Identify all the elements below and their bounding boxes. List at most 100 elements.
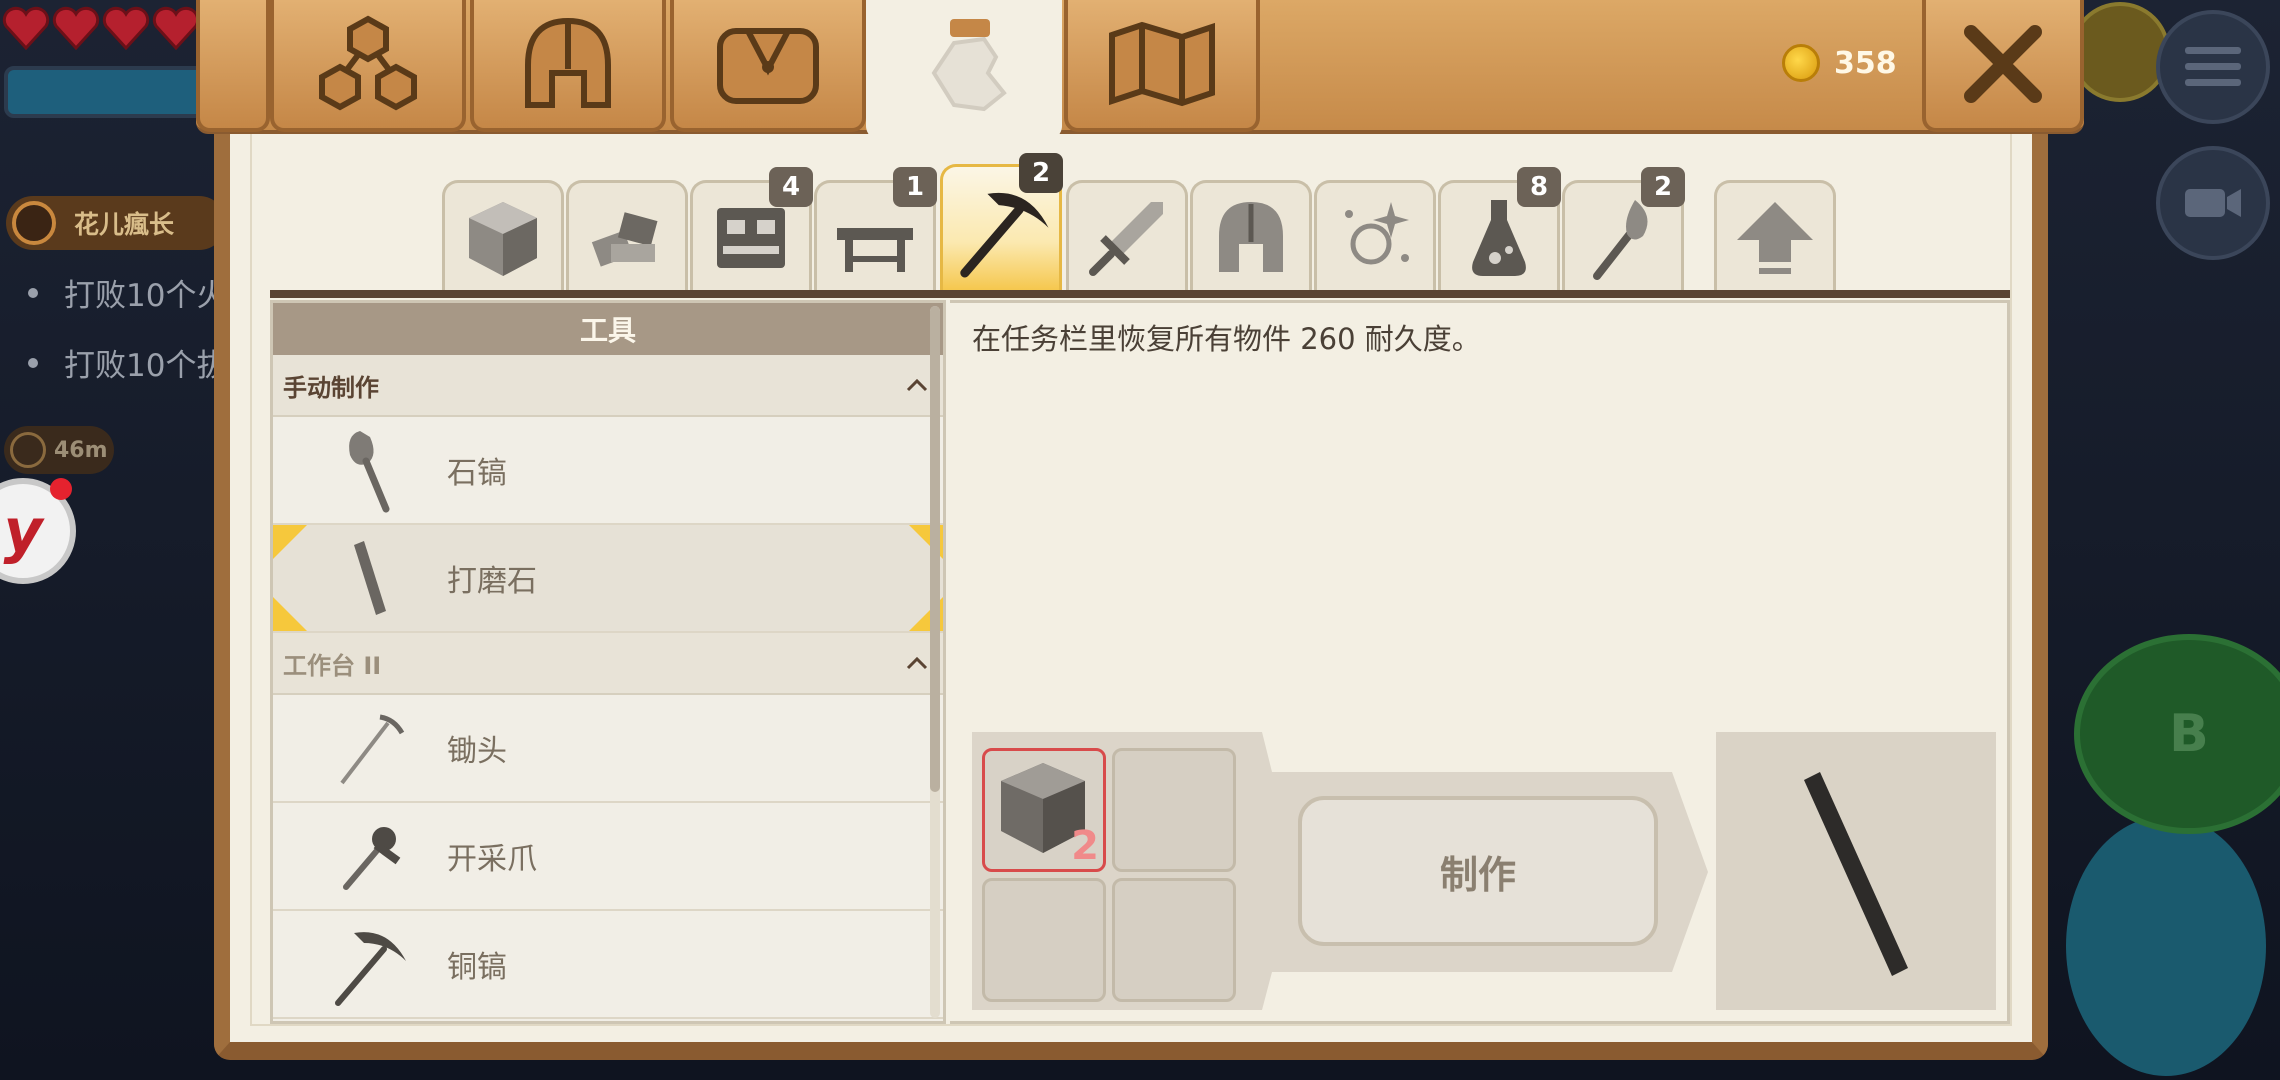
group-header-handcraft[interactable]: 手动制作 xyxy=(273,355,943,417)
game-screen: 花儿瘋长 打败10个火 打败10个拔 46m y B 358 4 1 2 8 2… xyxy=(0,0,2280,1080)
notification-dot xyxy=(50,478,72,500)
category-tab-tools[interactable]: 2 xyxy=(940,153,1063,292)
count-badge: 1 xyxy=(893,167,937,207)
coin-amount: 358 xyxy=(1834,45,1897,81)
tab-map[interactable] xyxy=(1064,0,1260,132)
category-tab-weapons[interactable] xyxy=(1066,180,1188,292)
tab-crafting[interactable] xyxy=(866,0,1062,140)
list-item[interactable]: 铜镐 xyxy=(273,911,943,1019)
helmet-icon xyxy=(525,17,611,108)
b-button-label: B xyxy=(2169,704,2209,764)
item-label: 打磨石 xyxy=(447,564,537,599)
skill-tree-icon xyxy=(319,15,417,111)
chevron-up-icon xyxy=(906,656,928,670)
ingredient-slot[interactable]: 2 xyxy=(982,748,1106,872)
list-item[interactable]: 石镐 xyxy=(273,417,943,525)
list-item[interactable]: 开采爪 xyxy=(273,803,943,911)
selection-corner xyxy=(273,597,307,631)
category-tab-armor[interactable] xyxy=(1190,180,1312,292)
quest-objective: 打败10个火 xyxy=(28,270,227,315)
category-divider xyxy=(270,290,2010,298)
count-badge: 2 xyxy=(1019,153,1063,193)
quest-player-tag: 花儿瘋长 xyxy=(6,196,226,250)
quest-objective-text: 打败10个火 xyxy=(64,278,228,314)
selection-corner xyxy=(273,525,307,559)
list-item[interactable]: 锄头 xyxy=(273,695,943,803)
menu-icon xyxy=(2185,47,2241,86)
result-preview xyxy=(1716,732,1996,1010)
category-tab-potions[interactable]: 8 xyxy=(1438,167,1561,292)
ingredient-slot-empty[interactable] xyxy=(1112,748,1236,872)
craft-button[interactable]: 制作 xyxy=(1298,796,1658,946)
quest-objective-text: 打败10个拔 xyxy=(64,348,228,384)
coin-icon xyxy=(1782,44,1820,82)
ingredient-slot-empty[interactable] xyxy=(1112,878,1236,1002)
heart-icon xyxy=(102,6,150,50)
craft-button-label: 制作 xyxy=(1439,852,1516,897)
item-label: 铜镐 xyxy=(447,950,507,985)
quest-player-name: 花儿瘋长 xyxy=(74,210,175,239)
group-title: 工作台 II xyxy=(283,651,382,680)
health-bar xyxy=(4,66,224,118)
category-tab-workstations[interactable]: 4 xyxy=(690,167,813,292)
app-logo-badge[interactable]: y xyxy=(0,478,76,584)
sparkle-icon xyxy=(1345,201,1409,264)
item-label: 锄头 xyxy=(447,734,507,769)
tab-skills[interactable] xyxy=(270,0,466,132)
ingredient-quantity: 2 xyxy=(1071,823,1099,869)
whetstone-icon xyxy=(354,541,386,615)
bricks-icon xyxy=(591,211,658,267)
close-button[interactable] xyxy=(1922,0,2084,132)
item-label: 开采爪 xyxy=(447,842,537,877)
category-tab-blocks[interactable] xyxy=(442,180,564,292)
recipe-description: 在任务栏里恢复所有物件 260 耐久度。 xyxy=(972,322,1481,356)
menu-button[interactable] xyxy=(2156,10,2270,124)
list-item-selected[interactable]: 打磨石 xyxy=(273,525,943,633)
bag-icon xyxy=(717,28,819,104)
category-tab-furniture[interactable]: 1 xyxy=(814,167,937,292)
upgrade-arrow-icon xyxy=(1737,201,1813,274)
coin-counter: 358 xyxy=(1782,44,1897,82)
camera-button[interactable] xyxy=(2156,146,2270,260)
map-icon xyxy=(1109,21,1215,107)
distance-text: 46m xyxy=(54,437,108,463)
avatar xyxy=(12,201,56,245)
attack-button[interactable] xyxy=(2066,816,2266,1076)
scrollbar-thumb[interactable] xyxy=(930,306,940,792)
item-label: 石镐 xyxy=(447,456,507,491)
heart-icon xyxy=(2,6,50,50)
count-badge: 4 xyxy=(769,167,813,207)
block-icon xyxy=(469,201,537,276)
close-icon xyxy=(1964,25,2042,103)
list-header: 工具 xyxy=(273,303,943,355)
chevron-up-icon xyxy=(906,378,928,392)
category-tab-materials[interactable] xyxy=(566,180,688,292)
count-badge: 8 xyxy=(1517,167,1561,207)
tab-inventory[interactable] xyxy=(670,0,866,132)
tab-equipment[interactable] xyxy=(470,0,666,132)
mining-claw-icon xyxy=(343,827,401,890)
emote-button[interactable] xyxy=(2070,2,2170,102)
whetstone-icon xyxy=(1804,772,1908,976)
heart-icon xyxy=(52,6,100,50)
recipe-list: 工具 手动制作 石镐 打磨石 工作台 II 锄头 开采爪 铜镐 xyxy=(270,300,946,1024)
b-button[interactable]: B xyxy=(2074,634,2280,834)
copper-pickaxe-icon xyxy=(335,932,406,1006)
group-header-workbench[interactable]: 工作台 II xyxy=(273,633,943,695)
ingredient-slot-empty[interactable] xyxy=(982,878,1106,1002)
crafting-hand-icon xyxy=(931,19,1007,112)
group-title: 手动制作 xyxy=(283,373,379,402)
distance-indicator: 46m xyxy=(4,426,114,474)
pickaxe-icon xyxy=(960,192,1049,277)
helmet-icon xyxy=(1219,201,1283,272)
category-tab-upgrade[interactable] xyxy=(1714,180,1836,292)
count-badge: 2 xyxy=(1641,167,1685,207)
sword-icon xyxy=(1089,201,1163,276)
category-tab-accessories[interactable] xyxy=(1314,180,1436,292)
tab-edge xyxy=(196,0,270,132)
quest-objective: 打败10个拔 xyxy=(28,340,227,385)
hoe-icon xyxy=(340,714,405,785)
heart-icon xyxy=(152,6,200,50)
category-tab-lighting[interactable]: 2 xyxy=(1562,167,1685,292)
camera-icon xyxy=(2185,189,2241,217)
